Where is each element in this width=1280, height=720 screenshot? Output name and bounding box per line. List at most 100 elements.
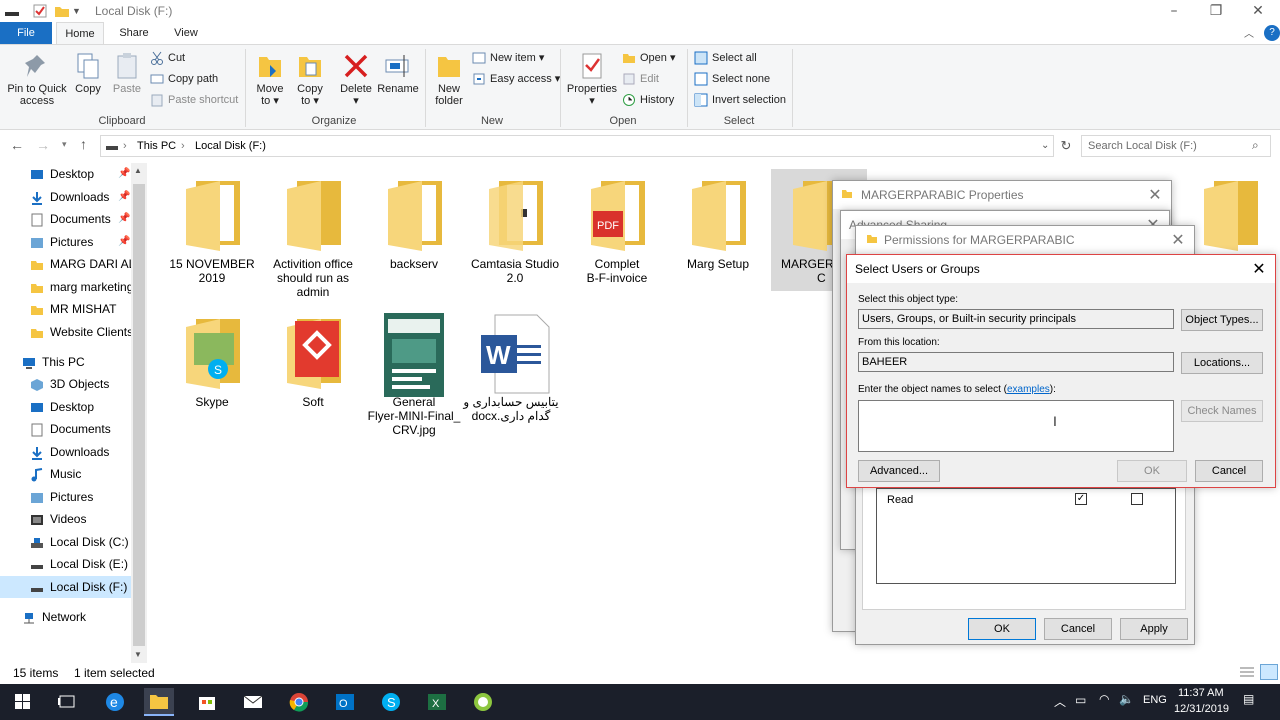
forward-arrow-icon[interactable]: → — [36, 137, 50, 153]
nav-item-documents[interactable]: Documents 📌 — [0, 208, 132, 230]
history-button[interactable]: History — [622, 91, 674, 109]
collapse-ribbon-icon[interactable]: ︿ — [1244, 25, 1254, 40]
scroll-up-icon[interactable]: ▲ — [134, 166, 142, 175]
clock-time[interactable]: 11:37 AM — [1178, 687, 1224, 699]
rename-button[interactable]: Rename — [376, 51, 420, 95]
breadcrumb-this-pc[interactable]: This PC — [137, 140, 176, 152]
language-indicator[interactable]: ENG — [1143, 694, 1167, 706]
select-all-button[interactable]: Select all — [694, 49, 757, 67]
permissions-cancel-button[interactable]: Cancel — [1044, 618, 1112, 640]
battery-icon[interactable]: ▭ — [1075, 693, 1086, 707]
file-item[interactable]: Activition office should run as admin — [265, 175, 361, 299]
file-explorer-icon[interactable] — [144, 688, 174, 716]
file-item[interactable] — [1180, 175, 1280, 257]
close-button[interactable]: ✕ — [1236, 0, 1280, 22]
breadcrumb-local-disk[interactable]: Local Disk (F:) — [195, 140, 266, 152]
file-item[interactable]: 15 NOVEMBER 2019 — [164, 175, 260, 285]
object-type-field[interactable]: Users, Groups, or Built-in security prin… — [858, 309, 1174, 329]
copy-to-button[interactable]: Copy to ▾ — [292, 51, 328, 107]
maximize-button[interactable]: ❐ — [1194, 0, 1238, 22]
show-hidden-icons-icon[interactable]: ︿ — [1054, 693, 1066, 710]
new-item-button[interactable]: New item ▾ — [472, 49, 544, 67]
chrome-icon[interactable] — [284, 688, 314, 716]
delete-button[interactable]: Delete ▾ — [338, 51, 374, 107]
select-none-button[interactable]: Select none — [694, 70, 770, 88]
scroll-down-icon[interactable]: ▼ — [134, 650, 142, 659]
task-view-icon[interactable] — [52, 688, 82, 716]
tab-view[interactable]: View — [164, 22, 208, 44]
nav-item-music[interactable]: Music — [0, 463, 132, 485]
excel-icon[interactable]: X — [422, 688, 452, 716]
nav-item-this-pc[interactable]: This PC — [0, 351, 132, 373]
nav-item-network[interactable]: Network — [0, 606, 132, 628]
edit-button[interactable]: Edit — [622, 70, 659, 88]
nav-item-website-clients[interactable]: Website Clients I — [0, 321, 132, 343]
nav-item-desktop[interactable]: Desktop 📌 — [0, 163, 132, 185]
skype-icon[interactable]: S — [376, 688, 406, 716]
file-item[interactable]: Soft — [265, 313, 361, 409]
tab-home[interactable]: Home — [56, 22, 104, 44]
object-types-button[interactable]: Object Types... — [1181, 309, 1263, 331]
up-arrow-icon[interactable]: ↑ — [80, 136, 87, 152]
nav-item-pc-desktop[interactable]: Desktop — [0, 396, 132, 418]
examples-link[interactable]: examples — [1007, 384, 1050, 395]
start-windows-icon[interactable] — [8, 688, 38, 716]
search-input[interactable]: Search Local Disk (F:) ⌕ — [1081, 135, 1271, 157]
select-ok-button[interactable]: OK — [1117, 460, 1187, 482]
volume-icon[interactable]: 🔈 — [1119, 692, 1134, 706]
nav-item-local-disk-e[interactable]: Local Disk (E:) — [0, 553, 132, 575]
allow-read-checkbox[interactable]: ✓ — [1075, 493, 1087, 505]
permissions-apply-button[interactable]: Apply — [1120, 618, 1188, 640]
nav-item-3d-objects[interactable]: 3D Objects — [0, 373, 132, 395]
cut-button[interactable]: Cut — [150, 49, 185, 67]
object-names-input[interactable]: I — [858, 400, 1174, 452]
file-item[interactable]: backserv — [366, 175, 462, 271]
check-names-button[interactable]: Check Names — [1181, 400, 1263, 422]
details-view-icon[interactable] — [1239, 665, 1255, 679]
properties-close-button[interactable]: ✕ — [1145, 185, 1165, 205]
edge-icon[interactable]: e — [100, 688, 130, 716]
properties-button[interactable]: Properties ▾ — [564, 51, 620, 107]
address-bar[interactable]: › This PC › Local Disk (F:) ⌄ — [100, 135, 1054, 157]
copy-path-button[interactable]: Copy path — [150, 70, 218, 88]
nav-item-videos[interactable]: Videos — [0, 508, 132, 530]
file-item[interactable]: PDF Complet B-F-invoice — [569, 175, 665, 285]
new-folder-button[interactable]: New folder — [430, 51, 468, 107]
nav-item-pc-documents[interactable]: Documents — [0, 418, 132, 440]
file-item[interactable]: S Skype — [164, 313, 260, 409]
locations-button[interactable]: Locations... — [1181, 352, 1263, 374]
store-icon[interactable] — [192, 688, 222, 716]
select-cancel-button[interactable]: Cancel — [1195, 460, 1263, 482]
address-dropdown-icon[interactable]: ⌄ — [1041, 140, 1049, 151]
app-green-icon[interactable] — [468, 688, 498, 716]
invert-selection-button[interactable]: Invert selection — [694, 91, 786, 109]
move-to-button[interactable]: Move to ▾ — [252, 51, 288, 107]
location-field[interactable]: BAHEER — [858, 352, 1174, 372]
minimize-button[interactable]: – — [1152, 0, 1196, 22]
large-icons-view-icon[interactable] — [1260, 664, 1278, 680]
nav-item-marg-dari[interactable]: MARG DARI ALL — [0, 253, 132, 275]
tab-share[interactable]: Share — [112, 22, 156, 44]
back-arrow-icon[interactable]: ← — [10, 137, 24, 153]
file-item[interactable]: General Flyer-MINI-Final_ CRV.jpg — [366, 313, 462, 437]
help-icon[interactable]: ? — [1264, 25, 1280, 41]
recent-locations-icon[interactable]: ▾ — [62, 139, 67, 150]
nav-item-pictures[interactable]: Pictures 📌 — [0, 231, 132, 253]
tab-file[interactable]: File — [0, 22, 52, 44]
permissions-ok-button[interactable]: OK — [968, 618, 1036, 640]
nav-item-pc-downloads[interactable]: Downloads — [0, 441, 132, 463]
mail-icon[interactable] — [238, 688, 268, 716]
nav-item-local-disk-c[interactable]: Local Disk (C:) — [0, 531, 132, 553]
nav-item-downloads[interactable]: Downloads 📌 — [0, 186, 132, 208]
paste-button[interactable]: Paste — [110, 51, 144, 95]
notifications-icon[interactable]: ▤ — [1243, 692, 1254, 706]
outlook-icon[interactable]: O — [330, 688, 360, 716]
pin-quick-access-button[interactable]: Pin to Quick access — [4, 51, 70, 107]
file-item[interactable]: Camtasia Studio 2.0 — [467, 175, 563, 285]
select-users-close-button[interactable]: ✕ — [1249, 259, 1269, 279]
paste-shortcut-button[interactable]: Paste shortcut — [150, 91, 238, 109]
nav-scrollbar-thumb[interactable] — [133, 184, 145, 646]
file-item[interactable]: Marg Setup — [670, 175, 766, 271]
nav-item-mr-mishat[interactable]: MR MISHAT — [0, 298, 132, 320]
new-folder-quick-icon[interactable] — [54, 3, 70, 19]
